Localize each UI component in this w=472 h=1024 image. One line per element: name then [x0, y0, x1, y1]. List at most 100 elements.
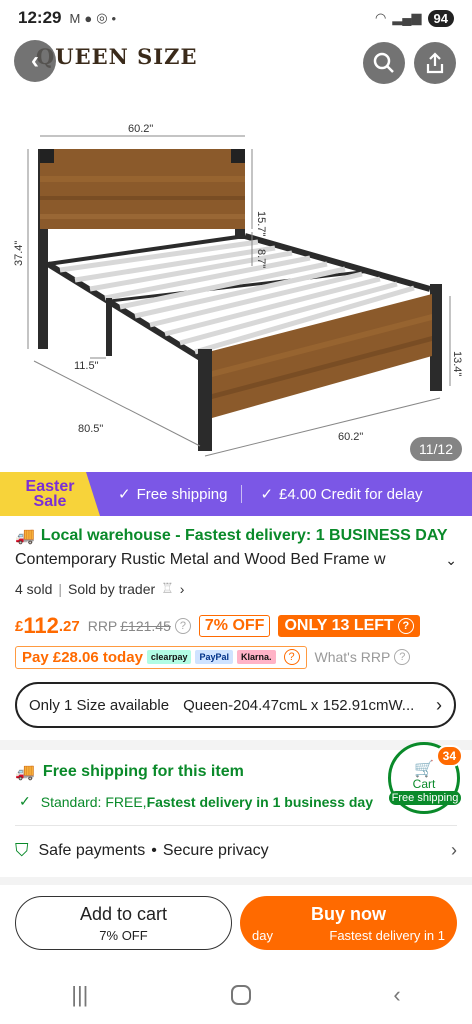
cart-label: Cart [412, 777, 436, 791]
add-to-cart-discount: 7% OFF [99, 927, 148, 943]
delivery-text: Local warehouse - Fastest delivery: 1 BU… [40, 527, 448, 544]
add-to-cart-button[interactable]: Add to cart 7% OFF [15, 896, 232, 950]
price-integer: 112 [23, 613, 59, 638]
info-icon[interactable]: ? [283, 649, 300, 665]
rrp-label: RRP [87, 618, 118, 634]
standard-shipping-text: Standard: FREE, [40, 793, 147, 810]
chevron-right-icon: › [179, 580, 185, 597]
trader-icon: ♖ [161, 580, 174, 596]
pay-today-text: Pay £28.06 today [22, 648, 143, 666]
easter-sale-badge: Easter Sale [0, 472, 100, 516]
dot-separator: • [151, 841, 157, 859]
sale-label: Sale [33, 493, 67, 510]
whats-rrp-link[interactable]: What's RRP [315, 649, 391, 665]
dot-icon: • [111, 10, 117, 26]
dim-foot-width: 60.2" [338, 431, 363, 443]
dim-foot-height: 13.4" [451, 351, 463, 376]
dim-length: 80.5" [78, 423, 103, 435]
system-nav-bar: ||| ‹ [0, 975, 472, 1015]
shield-icon: ⛉ [15, 840, 29, 860]
buy-now-sub-right: Fastest delivery in 1 [329, 927, 445, 943]
clock: 12:29 [18, 8, 62, 27]
add-to-cart-label: Add to cart [79, 903, 168, 924]
signal-icon: ▂▄▆ [392, 10, 422, 25]
sold-by: Sold by trader [68, 580, 156, 597]
recent-apps-icon[interactable]: ||| [71, 982, 88, 1008]
discount-badge: 7% OFF [198, 615, 271, 637]
info-icon[interactable]: ? [397, 618, 414, 634]
rrp-price: £121.45 [120, 618, 171, 634]
buy-now-label: Buy now [311, 903, 386, 924]
safe-payments-text: Safe payments [38, 841, 146, 859]
share-button[interactable] [414, 42, 456, 84]
dim-height: 37.4" [13, 241, 25, 266]
safe-payments-row[interactable]: ⛉ Safe payments • Secure privacy › [15, 840, 457, 861]
info-icon[interactable]: ? [394, 649, 411, 665]
check-icon: ✓ [260, 486, 274, 503]
section-divider [0, 877, 472, 885]
dim-top-width: 60.2" [128, 123, 153, 135]
truck-icon: 🚚 [15, 528, 35, 545]
cart-button[interactable]: 34 🛒 Cart Free shipping [388, 742, 463, 814]
wifi-icon: ◠ [374, 10, 387, 25]
share-icon [426, 52, 444, 74]
gmail-icon: M [69, 10, 81, 26]
separator: | [58, 580, 62, 597]
chevron-right-icon: › [436, 694, 442, 715]
notification-icon: ◎ [96, 10, 108, 25]
buy-now-sub: day Fastest delivery in 1 [240, 928, 457, 943]
info-icon[interactable]: ? [174, 618, 191, 634]
standard-shipping-fastest: Fastest delivery in 1 business day [146, 793, 373, 810]
product-image-gallery[interactable]: 60.2" 15.7" 8.7" 37.4" 11.5" 80.5" 60.2"… [0, 36, 472, 470]
home-icon[interactable] [230, 985, 251, 1005]
buy-now-button[interactable]: Buy now day Fastest delivery in 1 [240, 896, 457, 950]
bed-frame-image: 60.2" 15.7" 8.7" 37.4" 11.5" 80.5" 60.2"… [13, 123, 463, 457]
buy-now-sub-left: day [252, 927, 273, 943]
search-button[interactable] [363, 42, 405, 84]
paypal-logo: PayPal [195, 650, 233, 664]
chevron-down-icon: ⌄ [445, 551, 457, 568]
cart-free-shipping: Free shipping [389, 791, 461, 805]
sold-row[interactable]: 4 sold | Sold by trader ♖ › [15, 580, 457, 597]
stock-badge: ONLY 13 LEFT ? [278, 615, 420, 637]
product-title-row[interactable]: Contemporary Rustic Metal and Wood Bed F… [15, 551, 457, 569]
promo-credit: ✓ £4.00 Credit for delay [260, 485, 423, 504]
divider-line [15, 825, 457, 826]
dim-leg: 11.5" [74, 360, 99, 372]
pay-today-box[interactable]: Pay £28.06 today clearpay PayPal Klarna.… [15, 645, 307, 669]
chevron-right-icon: › [451, 840, 457, 860]
dim-gap: 8.7" [255, 249, 267, 268]
search-icon [373, 52, 394, 73]
back-button[interactable]: ‹ [14, 40, 56, 82]
back-icon[interactable]: ‹ [393, 982, 400, 1008]
price-currency: £ [15, 617, 24, 635]
check-icon: ✓ [118, 486, 131, 503]
product-title: Contemporary Rustic Metal and Wood Bed F… [15, 551, 386, 568]
promo-banner[interactable]: Easter Sale ✓ Free shipping ✓ £4.00 Credit… [0, 472, 472, 516]
clearpay-logo: clearpay [146, 650, 192, 664]
promo-divider [241, 485, 243, 503]
easter-label: Easter [25, 478, 75, 495]
truck-icon: 🚚 [15, 764, 35, 781]
battery-badge: 94 [427, 9, 454, 27]
brand-overlay-text: QUEEN SIZE [36, 44, 198, 69]
cart-icon: 🛒 [414, 761, 434, 778]
free-shipping-title: Free shipping for this item [42, 763, 244, 780]
size-value: Queen-204.47cmL x 152.91cmW... [183, 696, 415, 714]
pay-row[interactable]: Pay £28.06 today clearpay PayPal Klarna.… [15, 644, 457, 670]
size-label: Only 1 Size available [29, 696, 170, 714]
chevron-left-icon: ‹ [31, 47, 39, 74]
dim-head-height: 15.7" [255, 211, 267, 236]
promo-free-shipping: ✓ Free shipping [118, 485, 228, 504]
delivery-banner: 🚚 Local warehouse - Fastest delivery: 1 … [15, 526, 457, 546]
promo-free-shipping-text: Free shipping [136, 485, 228, 503]
image-counter: 11/12 [410, 437, 462, 461]
sold-count: 4 sold [15, 580, 53, 597]
price-decimal: .27 [58, 617, 80, 635]
size-selector[interactable]: Only 1 Size available Queen-204.47cmL x … [15, 682, 456, 728]
price-row: £ 112 .27 RRP £121.45 ? 7% OFF ONLY 13 L… [15, 612, 457, 640]
promo-credit-text: £4.00 Credit for delay [279, 485, 423, 503]
klarna-logo: Klarna. [236, 650, 276, 664]
status-bar: 12:29 M ● ◎ • ◠ ▂▄▆ 94 [0, 0, 472, 36]
chat-icon: ● [84, 10, 93, 26]
